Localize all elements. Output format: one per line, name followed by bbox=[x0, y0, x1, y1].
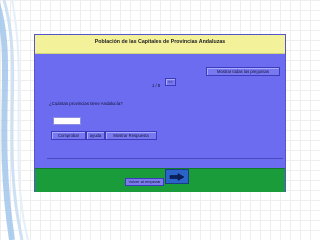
divider bbox=[47, 158, 283, 159]
question-text: ¿Cuántas provincias tiene Andalucía? bbox=[49, 101, 123, 106]
previous-question-button[interactable]: << bbox=[165, 78, 176, 86]
decorative-swoosh bbox=[0, 0, 29, 240]
quiz-titlebar: Población de las Capitales de Provincias… bbox=[35, 35, 285, 54]
restart-button[interactable]: Volver al empezar bbox=[125, 178, 164, 186]
next-question-button[interactable] bbox=[165, 169, 189, 184]
page-title: Población de las Capitales de Provincias… bbox=[94, 39, 226, 45]
show-all-questions-button[interactable]: Mostrar todas las preguntas bbox=[206, 67, 280, 76]
quiz-panel: Población de las Capitales de Provincias… bbox=[34, 34, 286, 192]
check-button[interactable]: Comprobar bbox=[51, 131, 86, 140]
help-button[interactable]: ayuda bbox=[86, 131, 105, 140]
answer-input[interactable] bbox=[53, 117, 81, 125]
right-arrow-icon bbox=[169, 173, 185, 181]
show-answer-button[interactable]: Mostrar Respuesta bbox=[105, 131, 157, 140]
question-counter: 1 / 8 bbox=[152, 83, 161, 88]
